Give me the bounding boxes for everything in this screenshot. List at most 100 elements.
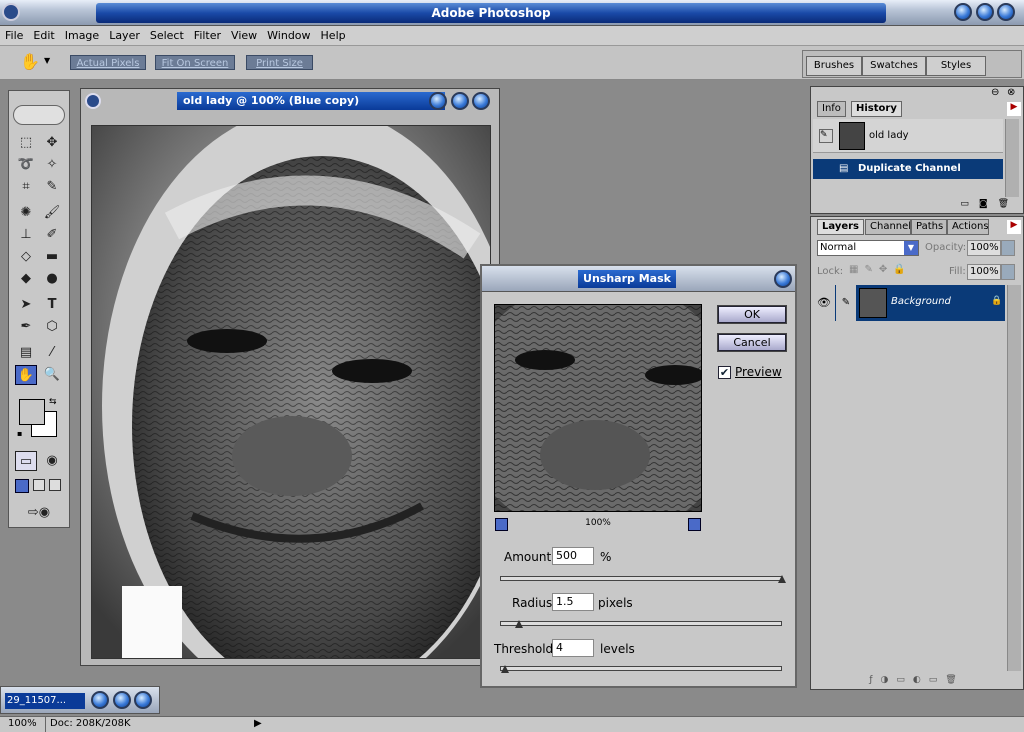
zoom-in-preview-button[interactable] — [688, 518, 701, 531]
menu-help[interactable]: Help — [316, 26, 351, 44]
tab-actions[interactable]: Actions — [947, 219, 989, 235]
path-selection-tool-icon[interactable]: ➤ — [15, 295, 37, 315]
radius-slider[interactable] — [500, 621, 782, 626]
tab-history[interactable]: History — [851, 101, 902, 117]
menu-edit[interactable]: Edit — [28, 26, 59, 44]
palette-tab-brushes[interactable]: Brushes — [806, 56, 862, 76]
default-colors-icon[interactable]: ▪ — [17, 429, 22, 438]
opacity-input[interactable]: 100% — [967, 240, 1001, 256]
palette-tab-swatches[interactable]: Swatches — [862, 56, 926, 76]
fill-input[interactable]: 100% — [967, 264, 1001, 280]
maximize-doc-button[interactable] — [112, 691, 131, 709]
radius-input[interactable]: 1.5 — [552, 593, 594, 611]
dialog-close-button[interactable] — [774, 270, 792, 288]
healing-brush-tool-icon[interactable]: ✺ — [15, 203, 37, 223]
gradient-tool-icon[interactable]: ▬ — [41, 247, 63, 267]
status-zoom[interactable]: 100% — [0, 717, 46, 732]
history-scrollbar[interactable] — [1005, 119, 1019, 197]
history-snapshot-row[interactable]: ✎ old lady — [813, 119, 1003, 153]
pen-tool-icon[interactable]: ✒ — [15, 317, 37, 337]
lasso-tool-icon[interactable]: ➰ — [15, 155, 37, 175]
fill-slider-button[interactable] — [1001, 264, 1015, 280]
layer-row-background[interactable]: 👁 ✎ Background 🔒 — [813, 285, 1005, 321]
menu-image[interactable]: Image — [60, 26, 104, 44]
close-doc-button[interactable] — [134, 691, 152, 709]
hand-tool-icon[interactable]: ✋ — [15, 365, 37, 385]
blur-tool-icon[interactable]: ◆ — [15, 269, 37, 289]
jump-to-imageready-icon[interactable]: ⇨◉ — [17, 503, 61, 523]
opacity-slider-button[interactable] — [1001, 240, 1015, 256]
radius-slider-thumb[interactable] — [514, 620, 523, 628]
blend-mode-select[interactable]: Normal ▼ — [817, 240, 919, 256]
menu-view[interactable]: View — [226, 26, 262, 44]
screen-mode-full-icon[interactable] — [49, 479, 61, 491]
close-button[interactable] — [997, 3, 1015, 21]
notes-tool-icon[interactable]: ▤ — [15, 343, 37, 363]
shape-tool-icon[interactable]: ⬡ — [41, 317, 63, 337]
dialog-preview-image[interactable] — [494, 304, 702, 512]
amount-slider-thumb[interactable] — [778, 575, 786, 583]
amount-input[interactable]: 500 — [552, 547, 594, 565]
lock-icons[interactable]: ▦✎✥🔒 — [849, 264, 912, 275]
magic-wand-tool-icon[interactable]: ✧ — [41, 155, 63, 175]
layers-menu-icon[interactable]: ▶ — [1007, 220, 1021, 234]
move-tool-icon[interactable]: ✥ — [41, 133, 63, 153]
palette-tab-styles[interactable]: Styles — [926, 56, 986, 76]
minimized-document[interactable]: 29_11507... — [0, 686, 160, 714]
document-icon[interactable] — [85, 93, 101, 109]
actual-pixels-button[interactable]: Actual Pixels — [70, 55, 146, 70]
menu-filter[interactable]: Filter — [189, 26, 226, 44]
doc-maximize-button[interactable] — [450, 92, 469, 110]
dodge-tool-icon[interactable]: ● — [41, 269, 63, 289]
slice-tool-icon[interactable]: ✎ — [41, 177, 63, 197]
print-size-button[interactable]: Print Size — [246, 55, 313, 70]
history-brush-source-icon[interactable]: ✎ — [819, 129, 833, 143]
quick-mask-mode-icon[interactable]: ◉ — [41, 451, 63, 471]
tool-preset-dropdown-icon[interactable]: ▼ — [44, 56, 50, 65]
screen-mode-standard-icon[interactable] — [15, 479, 29, 493]
menu-select[interactable]: Select — [145, 26, 189, 44]
menu-layer[interactable]: Layer — [104, 26, 145, 44]
doc-minimize-button[interactable] — [429, 92, 447, 110]
menu-window[interactable]: Window — [262, 26, 315, 44]
layers-scrollbar[interactable] — [1007, 285, 1021, 671]
history-brush-tool-icon[interactable]: ✐ — [41, 225, 63, 245]
tab-channels[interactable]: Channels — [865, 219, 911, 235]
marquee-tool-icon[interactable]: ⬚ — [15, 133, 37, 153]
zoom-tool-icon[interactable]: 🔍 — [41, 365, 63, 385]
history-step-row[interactable]: ▤ Duplicate Channel — [813, 159, 1003, 179]
palette-minimize-icon[interactable]: ⊖ — [991, 87, 999, 98]
swap-colors-icon[interactable]: ⇆ — [49, 397, 57, 407]
restore-doc-button[interactable] — [91, 691, 109, 709]
tab-layers[interactable]: Layers — [817, 219, 864, 235]
eye-icon[interactable]: 👁 — [813, 285, 835, 321]
crop-tool-icon[interactable]: ⌗ — [15, 177, 37, 197]
clone-stamp-tool-icon[interactable]: ⊥ — [15, 225, 37, 245]
tab-info[interactable]: Info — [817, 101, 846, 117]
menu-file[interactable]: File — [0, 26, 28, 44]
eyedropper-tool-icon[interactable]: ⁄ — [41, 343, 63, 363]
amount-slider[interactable] — [500, 576, 782, 581]
palette-menu-icon[interactable]: ▶ — [1007, 102, 1021, 116]
maximize-button[interactable] — [975, 3, 994, 21]
app-icon[interactable] — [2, 3, 20, 21]
threshold-slider[interactable] — [500, 666, 782, 671]
doc-close-button[interactable] — [472, 92, 490, 110]
palette-close-icon[interactable]: ⊗ — [1007, 87, 1015, 98]
brush-tool-icon[interactable]: 🖌 — [41, 203, 63, 223]
minimize-button[interactable] — [954, 3, 972, 21]
status-menu-arrow-icon[interactable]: ▶ — [254, 717, 262, 731]
type-tool-icon[interactable]: T — [41, 295, 63, 315]
standard-mode-icon[interactable]: ▭ — [15, 451, 37, 471]
preview-checkbox[interactable]: ✔ — [718, 366, 731, 379]
zoom-out-preview-button[interactable] — [495, 518, 508, 531]
fit-on-screen-button[interactable]: Fit On Screen — [155, 55, 235, 70]
eraser-tool-icon[interactable]: ◇ — [15, 247, 37, 267]
document-canvas[interactable] — [91, 125, 491, 659]
tab-paths[interactable]: Paths — [911, 219, 947, 235]
threshold-input[interactable]: 4 — [552, 639, 594, 657]
cancel-button[interactable]: Cancel — [717, 333, 787, 352]
screen-mode-full-menu-icon[interactable] — [33, 479, 45, 491]
threshold-slider-thumb[interactable] — [500, 665, 509, 673]
hand-tool-icon[interactable]: ✋ — [20, 52, 40, 71]
